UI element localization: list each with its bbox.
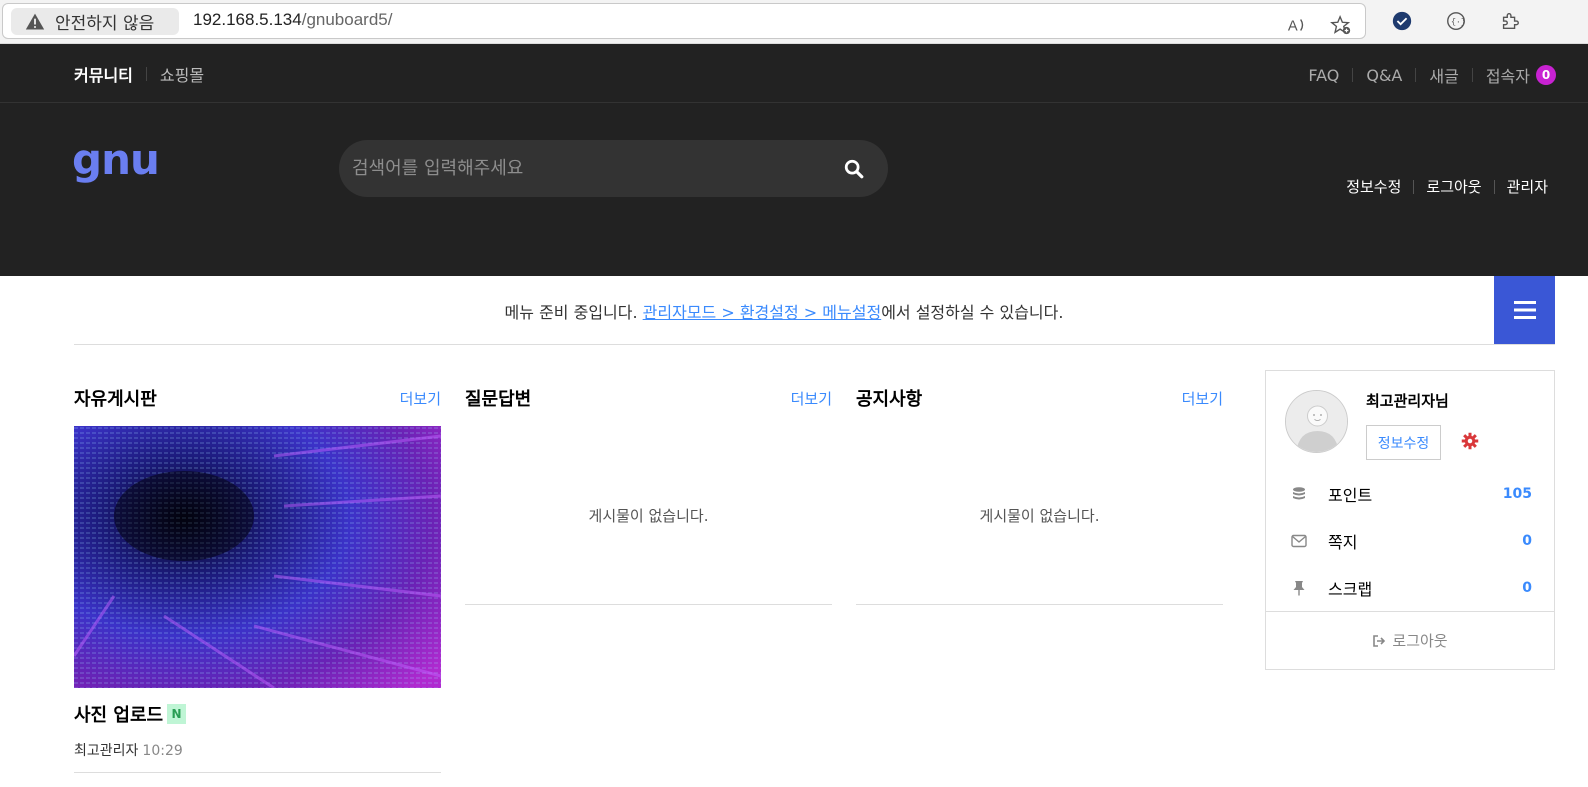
search-icon [844, 159, 864, 179]
divider [1471, 68, 1473, 82]
edit-profile-button[interactable]: 정보수정 [1366, 425, 1441, 460]
avatar [1285, 390, 1348, 453]
more-link[interactable]: 더보기 [1182, 388, 1223, 409]
favorite-add-icon[interactable] [1329, 13, 1353, 37]
stat-label: 스크랩 [1328, 580, 1373, 599]
sign-out-icon [1373, 634, 1386, 647]
warning-icon [25, 13, 45, 29]
new-badge: N [167, 704, 187, 724]
empty-message: 게시물이 없습니다. [856, 426, 1223, 605]
logo-part-gnu: gnu [72, 135, 160, 184]
site-switcher: 커뮤니티 쇼핑몰 [74, 62, 204, 86]
stat-value: 105 [1502, 486, 1532, 502]
nav-community[interactable]: 커뮤니티 [74, 62, 133, 86]
divider [74, 772, 441, 773]
top-navigation: 커뮤니티 쇼핑몰 FAQ Q&A 새글 접속자 0 [0, 44, 1588, 103]
menu-notice-prefix: 메뉴 준비 중입니다. [504, 303, 643, 322]
divider [145, 67, 147, 81]
logout-label: 로그아웃 [1392, 632, 1448, 650]
database-icon [1290, 485, 1308, 503]
menu-settings-link[interactable]: 관리자모드 > 환경설정 > 메뉴설정 [643, 303, 882, 322]
member-box: 최고관리자님 정보수정 포인트 105 쪽지 0 스크랩 0 로그아웃 [1265, 370, 1555, 670]
site-logo[interactable]: gnuboard [72, 135, 293, 554]
stat-memo[interactable]: 쪽지 0 [1290, 529, 1532, 553]
board-notice: 공지사항 더보기 게시물이 없습니다. [856, 370, 1223, 605]
stat-point[interactable]: 포인트 105 [1290, 482, 1532, 506]
post-title-row[interactable]: 사진 업로드 N [74, 701, 441, 727]
extension-check-icon[interactable] [1390, 9, 1414, 33]
post-title[interactable]: 사진 업로드 [74, 701, 163, 727]
hamburger-icon [1513, 301, 1536, 319]
browser-toolbar: 안전하지 않음 192.168.5.134/gnuboard5/ A {·} [0, 0, 1588, 44]
divider [1413, 179, 1415, 194]
pin-icon [1290, 579, 1308, 597]
logout-button[interactable]: 로그아웃 [1266, 611, 1554, 669]
main-menu-bar: 메뉴 준비 중입니다. 관리자모드 > 환경설정 > 메뉴설정에서 설정하실 수… [74, 276, 1555, 345]
board-header: 자유게시판 더보기 [74, 370, 441, 426]
board-title[interactable]: 공지사항 [856, 385, 922, 411]
post-thumbnail[interactable] [74, 426, 441, 688]
nav-shopping[interactable]: 쇼핑몰 [160, 62, 204, 86]
admin-link[interactable]: 관리자 [1507, 176, 1548, 197]
divider [1415, 68, 1417, 82]
more-link[interactable]: 더보기 [400, 388, 441, 409]
all-menu-button[interactable] [1494, 276, 1555, 344]
divider [1493, 179, 1495, 194]
board-header: 질문답변 더보기 [465, 370, 832, 426]
edit-profile-link[interactable]: 정보수정 [1346, 176, 1401, 197]
board-title[interactable]: 자유게시판 [74, 385, 157, 411]
user-links: 정보수정 로그아웃 관리자 [1346, 176, 1548, 197]
extension-code-icon[interactable]: {·} [1444, 9, 1468, 33]
divider [1352, 68, 1354, 82]
extensions-puzzle-icon[interactable] [1498, 9, 1522, 33]
envelope-icon [1290, 532, 1308, 550]
board-header: 공지사항 더보기 [856, 370, 1223, 426]
stat-scrap[interactable]: 스크랩 0 [1290, 576, 1532, 600]
stat-value: 0 [1522, 533, 1532, 549]
more-link[interactable]: 더보기 [791, 388, 832, 409]
menu-notice: 메뉴 준비 중입니다. 관리자모드 > 환경설정 > 메뉴설정에서 설정하실 수… [74, 299, 1494, 323]
search-button[interactable] [842, 157, 866, 181]
post-meta: 최고관리자 10:29 [74, 740, 441, 760]
stat-value: 0 [1522, 580, 1532, 596]
nav-visitors[interactable]: 접속자 [1486, 63, 1530, 87]
url-path: /gnuboard5/ [301, 10, 393, 29]
board-free: 자유게시판 더보기 사진 업로드 N 최고관리자 10:29 [74, 370, 441, 773]
address-bar[interactable]: 안전하지 않음 192.168.5.134/gnuboard5/ A [2, 3, 1366, 39]
security-label: 안전하지 않음 [55, 14, 155, 34]
menu-notice-suffix: 에서 설정하실 수 있습니다. [881, 303, 1064, 322]
url-text[interactable]: 192.168.5.134/gnuboard5/ [193, 10, 392, 30]
visitor-count-badge: 0 [1536, 65, 1556, 85]
default-avatar-icon [1286, 391, 1347, 452]
code-photo-image [74, 426, 441, 688]
stat-label: 포인트 [1328, 486, 1373, 505]
security-indicator[interactable]: 안전하지 않음 [11, 8, 179, 35]
search-box [339, 140, 888, 197]
board-title[interactable]: 질문답변 [465, 385, 531, 411]
nav-new-posts[interactable]: 새글 [1429, 63, 1458, 87]
empty-message: 게시물이 없습니다. [465, 426, 832, 605]
search-input[interactable] [339, 140, 819, 197]
read-aloud-icon[interactable]: A [1285, 13, 1309, 37]
gear-icon[interactable] [1461, 432, 1479, 450]
user-name: 최고관리자님 [1366, 392, 1449, 410]
post-author: 최고관리자 [74, 743, 139, 759]
site-header: gnuboard 정보수정 로그아웃 관리자 [0, 103, 1588, 554]
post-time: 10:29 [142, 743, 183, 759]
svg-text:A: A [1288, 19, 1298, 35]
board-qna: 질문답변 더보기 게시물이 없습니다. [465, 370, 832, 605]
nav-qna[interactable]: Q&A [1366, 66, 1402, 85]
quick-links: FAQ Q&A 새글 접속자 0 [1308, 63, 1556, 87]
stat-label: 쪽지 [1328, 533, 1358, 552]
nav-faq[interactable]: FAQ [1308, 66, 1339, 85]
logout-link[interactable]: 로그아웃 [1426, 176, 1481, 197]
svg-text:{·}: {·} [1451, 17, 1466, 27]
url-host: 192.168.5.134 [193, 10, 302, 29]
